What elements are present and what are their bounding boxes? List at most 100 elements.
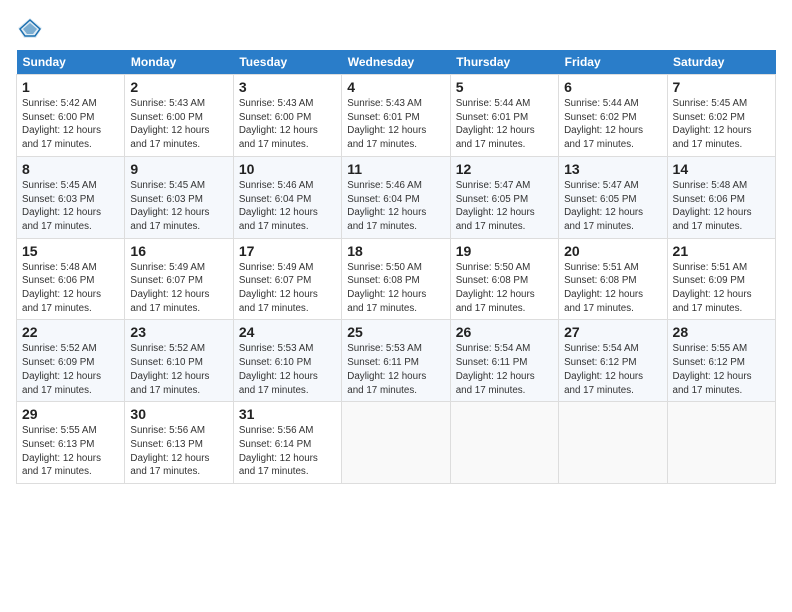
day-number: 29 [22,406,119,422]
day-info: Sunrise: 5:56 AM Sunset: 6:14 PM Dayligh… [239,424,336,479]
day-number: 30 [130,406,227,422]
day-number: 31 [239,406,336,422]
day-info: Sunrise: 5:48 AM Sunset: 6:06 PM Dayligh… [673,179,770,234]
day-number: 16 [130,243,227,259]
calendar-week-row: 1Sunrise: 5:42 AM Sunset: 6:00 PM Daylig… [17,75,776,157]
calendar-cell: 27 Sunrise: 5:54 AM Sunset: 6:12 PM Dayli… [559,320,667,402]
calendar-cell: 5 Sunrise: 5:44 AM Sunset: 6:01 PM Daylig… [450,75,558,157]
day-number: 7 [673,79,770,95]
day-info: Sunrise: 5:43 AM Sunset: 6:01 PM Dayligh… [347,97,444,152]
day-info: Sunrise: 5:44 AM Sunset: 6:01 PM Dayligh… [456,97,553,152]
day-number: 20 [564,243,661,259]
day-info: Sunrise: 5:52 AM Sunset: 6:09 PM Dayligh… [22,342,119,397]
day-number: 5 [456,79,553,95]
day-number: 3 [239,79,336,95]
calendar-cell: 18 Sunrise: 5:50 AM Sunset: 6:08 PM Dayli… [342,238,450,320]
day-info: Sunrise: 5:46 AM Sunset: 6:04 PM Dayligh… [347,179,444,234]
day-info: Sunrise: 5:54 AM Sunset: 6:11 PM Dayligh… [456,342,553,397]
calendar-cell: 2 Sunrise: 5:43 AM Sunset: 6:00 PM Daylig… [125,75,233,157]
weekday-header-friday: Friday [559,50,667,75]
day-info: Sunrise: 5:55 AM Sunset: 6:12 PM Dayligh… [673,342,770,397]
calendar-week-row: 22 Sunrise: 5:52 AM Sunset: 6:09 PM Dayli… [17,320,776,402]
calendar-cell: 8 Sunrise: 5:45 AM Sunset: 6:03 PM Daylig… [17,156,125,238]
day-number: 1 [22,79,119,95]
calendar-cell: 22 Sunrise: 5:52 AM Sunset: 6:09 PM Dayli… [17,320,125,402]
weekday-header-sunday: Sunday [17,50,125,75]
day-info: Sunrise: 5:43 AM Sunset: 6:00 PM Dayligh… [130,97,227,152]
day-info: Sunrise: 5:54 AM Sunset: 6:12 PM Dayligh… [564,342,661,397]
day-info: Sunrise: 5:45 AM Sunset: 6:03 PM Dayligh… [22,179,119,234]
day-number: 23 [130,324,227,340]
day-number: 26 [456,324,553,340]
calendar-week-row: 29 Sunrise: 5:55 AM Sunset: 6:13 PM Dayli… [17,402,776,484]
day-info: Sunrise: 5:47 AM Sunset: 6:05 PM Dayligh… [564,179,661,234]
calendar-cell: 17Sunrise: 5:49 AM Sunset: 6:07 PM Dayli… [233,238,341,320]
day-number: 25 [347,324,444,340]
calendar-cell: 24 Sunrise: 5:53 AM Sunset: 6:10 PM Dayli… [233,320,341,402]
calendar-cell: 7 Sunrise: 5:45 AM Sunset: 6:02 PM Daylig… [667,75,775,157]
day-info: Sunrise: 5:55 AM Sunset: 6:13 PM Dayligh… [22,424,119,479]
day-info: Sunrise: 5:48 AM Sunset: 6:06 PM Dayligh… [22,261,119,316]
weekday-header-tuesday: Tuesday [233,50,341,75]
page-container: SundayMondayTuesdayWednesdayThursdayFrid… [0,0,792,494]
day-number: 21 [673,243,770,259]
day-info: Sunrise: 5:45 AM Sunset: 6:02 PM Dayligh… [673,97,770,152]
day-info: Sunrise: 5:50 AM Sunset: 6:08 PM Dayligh… [347,261,444,316]
calendar-cell: 29 Sunrise: 5:55 AM Sunset: 6:13 PM Dayli… [17,402,125,484]
calendar-cell: 13 Sunrise: 5:47 AM Sunset: 6:05 PM Dayli… [559,156,667,238]
day-number: 24 [239,324,336,340]
calendar-cell: 23 Sunrise: 5:52 AM Sunset: 6:10 PM Dayli… [125,320,233,402]
day-number: 18 [347,243,444,259]
day-info: Sunrise: 5:49 AM Sunset: 6:07 PM Dayligh… [130,261,227,316]
day-number: 12 [456,161,553,177]
calendar-cell: 12 Sunrise: 5:47 AM Sunset: 6:05 PM Dayli… [450,156,558,238]
day-number: 6 [564,79,661,95]
day-info: Sunrise: 5:53 AM Sunset: 6:10 PM Dayligh… [239,342,336,397]
day-number: 13 [564,161,661,177]
calendar-week-row: 15 Sunrise: 5:48 AM Sunset: 6:06 PM Dayli… [17,238,776,320]
weekday-header-saturday: Saturday [667,50,775,75]
day-info: Sunrise: 5:53 AM Sunset: 6:11 PM Dayligh… [347,342,444,397]
calendar-cell [559,402,667,484]
day-number: 27 [564,324,661,340]
calendar-cell: 9 Sunrise: 5:45 AM Sunset: 6:03 PM Daylig… [125,156,233,238]
day-info: Sunrise: 5:50 AM Sunset: 6:08 PM Dayligh… [456,261,553,316]
calendar-cell [342,402,450,484]
calendar-cell: 16 Sunrise: 5:49 AM Sunset: 6:07 PM Dayli… [125,238,233,320]
calendar-table: SundayMondayTuesdayWednesdayThursdayFrid… [16,50,776,484]
day-info: Sunrise: 5:47 AM Sunset: 6:05 PM Dayligh… [456,179,553,234]
calendar-cell: 19 Sunrise: 5:50 AM Sunset: 6:08 PM Dayli… [450,238,558,320]
day-number: 8 [22,161,119,177]
day-number: 22 [22,324,119,340]
day-number: 10 [239,161,336,177]
weekday-header-monday: Monday [125,50,233,75]
calendar-cell: 1Sunrise: 5:42 AM Sunset: 6:00 PM Daylig… [17,75,125,157]
calendar-cell: 21 Sunrise: 5:51 AM Sunset: 6:09 PM Dayli… [667,238,775,320]
calendar-cell: 28Sunrise: 5:55 AM Sunset: 6:12 PM Dayli… [667,320,775,402]
day-number: 19 [456,243,553,259]
logo [16,16,48,40]
weekday-header-row: SundayMondayTuesdayWednesdayThursdayFrid… [17,50,776,75]
day-info: Sunrise: 5:44 AM Sunset: 6:02 PM Dayligh… [564,97,661,152]
day-number: 9 [130,161,227,177]
day-info: Sunrise: 5:56 AM Sunset: 6:13 PM Dayligh… [130,424,227,479]
calendar-cell [667,402,775,484]
calendar-cell: 11 Sunrise: 5:46 AM Sunset: 6:04 PM Dayli… [342,156,450,238]
calendar-cell: 30 Sunrise: 5:56 AM Sunset: 6:13 PM Dayli… [125,402,233,484]
day-number: 2 [130,79,227,95]
logo-icon [16,16,44,40]
calendar-cell: 31 Sunrise: 5:56 AM Sunset: 6:14 PM Dayli… [233,402,341,484]
day-info: Sunrise: 5:51 AM Sunset: 6:09 PM Dayligh… [673,261,770,316]
calendar-cell: 15 Sunrise: 5:48 AM Sunset: 6:06 PM Dayli… [17,238,125,320]
day-number: 15 [22,243,119,259]
day-info: Sunrise: 5:52 AM Sunset: 6:10 PM Dayligh… [130,342,227,397]
day-info: Sunrise: 5:51 AM Sunset: 6:08 PM Dayligh… [564,261,661,316]
day-number: 4 [347,79,444,95]
day-number: 11 [347,161,444,177]
calendar-cell: 20 Sunrise: 5:51 AM Sunset: 6:08 PM Dayli… [559,238,667,320]
calendar-cell [450,402,558,484]
day-number: 14 [673,161,770,177]
day-info: Sunrise: 5:45 AM Sunset: 6:03 PM Dayligh… [130,179,227,234]
weekday-header-wednesday: Wednesday [342,50,450,75]
calendar-cell: 26 Sunrise: 5:54 AM Sunset: 6:11 PM Dayli… [450,320,558,402]
